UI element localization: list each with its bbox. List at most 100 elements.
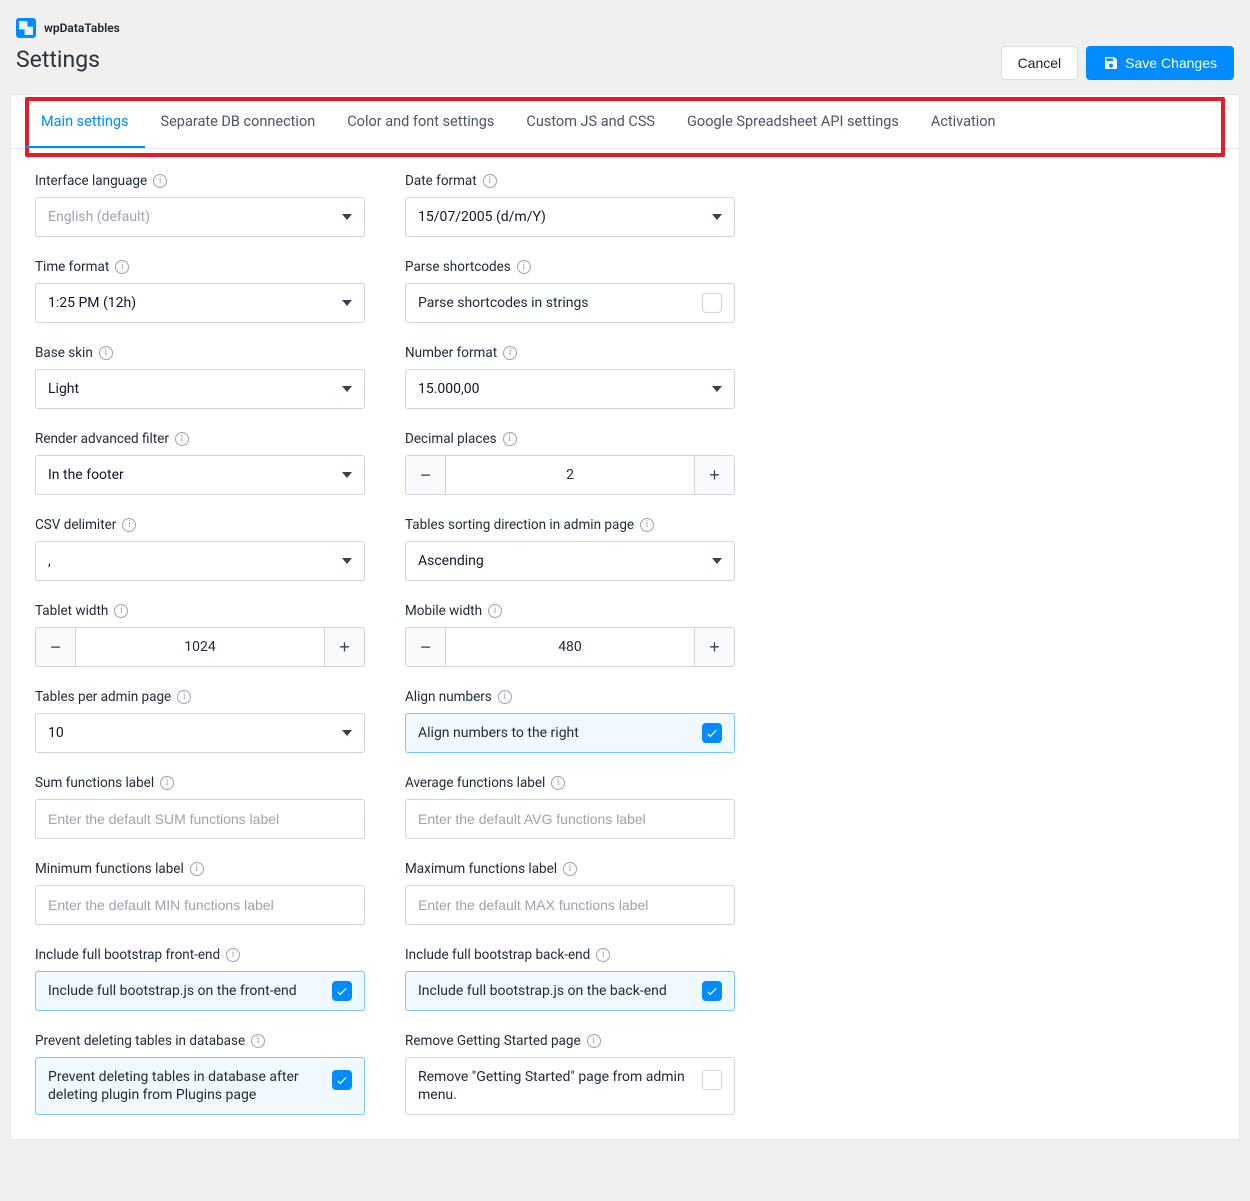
- bootstrap-back-toggle[interactable]: Include full bootstrap.js on the back-en…: [405, 971, 735, 1011]
- bootstrap-front-label: Include full bootstrap front-end: [35, 947, 220, 963]
- info-icon[interactable]: i: [587, 1034, 601, 1048]
- sort-direction-select[interactable]: Ascending: [405, 541, 735, 581]
- cancel-button-label: Cancel: [1018, 55, 1062, 71]
- chevron-down-icon: [712, 214, 722, 220]
- info-icon[interactable]: i: [503, 346, 517, 360]
- base-skin-label: Base skin: [35, 345, 93, 361]
- align-numbers-label: Align numbers: [405, 689, 492, 705]
- info-icon[interactable]: i: [177, 690, 191, 704]
- chevron-down-icon: [712, 386, 722, 392]
- tab-color-font[interactable]: Color and font settings: [331, 95, 510, 148]
- base-skin-select[interactable]: Light: [35, 369, 365, 409]
- decimal-places-label: Decimal places: [405, 431, 497, 447]
- tables-per-page-select[interactable]: 10: [35, 713, 365, 753]
- align-numbers-toggle[interactable]: Align numbers to the right: [405, 713, 735, 753]
- info-icon[interactable]: i: [488, 604, 502, 618]
- info-icon[interactable]: i: [483, 174, 497, 188]
- info-icon[interactable]: i: [175, 432, 189, 446]
- interface-language-select[interactable]: English (default): [35, 197, 365, 237]
- save-changes-button[interactable]: Save Changes: [1086, 46, 1234, 80]
- avg-label-input[interactable]: [418, 800, 722, 838]
- chevron-down-icon: [342, 558, 352, 564]
- csv-delimiter-select[interactable]: ,: [35, 541, 365, 581]
- cancel-button[interactable]: Cancel: [1001, 46, 1079, 80]
- info-icon[interactable]: i: [99, 346, 113, 360]
- sum-label-input-wrap: [35, 799, 365, 839]
- info-icon[interactable]: i: [551, 776, 565, 790]
- bootstrap-front-toggle[interactable]: Include full bootstrap.js on the front-e…: [35, 971, 365, 1011]
- avg-label-input-wrap: [405, 799, 735, 839]
- checkbox-checked-icon: [332, 1070, 352, 1090]
- info-icon[interactable]: i: [122, 518, 136, 532]
- wpdt-logo-icon: [16, 18, 36, 38]
- sum-label-input[interactable]: [48, 800, 352, 838]
- avg-label-label: Average functions label: [405, 775, 545, 791]
- tab-main-settings[interactable]: Main settings: [25, 95, 145, 148]
- number-format-label: Number format: [405, 345, 497, 361]
- csv-delimiter-label: CSV delimiter: [35, 517, 116, 533]
- max-label-input[interactable]: [418, 886, 722, 924]
- info-icon[interactable]: i: [251, 1034, 265, 1048]
- chevron-down-icon: [342, 730, 352, 736]
- time-format-label: Time format: [35, 259, 109, 275]
- info-icon[interactable]: i: [503, 432, 517, 446]
- save-changes-label: Save Changes: [1125, 55, 1217, 71]
- chevron-down-icon: [342, 214, 352, 220]
- min-label-input[interactable]: [48, 886, 352, 924]
- info-icon[interactable]: i: [596, 948, 610, 962]
- sum-label-label: Sum functions label: [35, 775, 154, 791]
- bootstrap-back-label: Include full bootstrap back-end: [405, 947, 590, 963]
- render-filter-label: Render advanced filter: [35, 431, 169, 447]
- info-icon[interactable]: i: [498, 690, 512, 704]
- info-icon[interactable]: i: [114, 604, 128, 618]
- decrement-button[interactable]: −: [405, 627, 445, 667]
- info-icon[interactable]: i: [153, 174, 167, 188]
- checkbox-unchecked-icon: [702, 293, 722, 313]
- info-icon[interactable]: i: [190, 862, 204, 876]
- render-filter-select[interactable]: In the footer: [35, 455, 365, 495]
- parse-shortcodes-label: Parse shortcodes: [405, 259, 511, 275]
- tables-per-page-label: Tables per admin page: [35, 689, 171, 705]
- brand-name: wpDataTables: [44, 21, 120, 35]
- mobile-width-stepper[interactable]: − 480 +: [405, 627, 735, 667]
- max-label-label: Maximum functions label: [405, 861, 557, 877]
- mobile-width-label: Mobile width: [405, 603, 482, 619]
- prevent-delete-label: Prevent deleting tables in database: [35, 1033, 245, 1049]
- prevent-delete-toggle[interactable]: Prevent deleting tables in database afte…: [35, 1057, 365, 1115]
- info-icon[interactable]: i: [517, 260, 531, 274]
- increment-button[interactable]: +: [695, 627, 735, 667]
- tablet-width-stepper[interactable]: − 1024 +: [35, 627, 365, 667]
- min-label-label: Minimum functions label: [35, 861, 184, 877]
- increment-button[interactable]: +: [325, 627, 365, 667]
- info-icon[interactable]: i: [160, 776, 174, 790]
- tab-separate-db[interactable]: Separate DB connection: [145, 95, 332, 148]
- info-icon[interactable]: i: [640, 518, 654, 532]
- save-icon: [1103, 55, 1119, 71]
- decrement-button[interactable]: −: [35, 627, 75, 667]
- checkbox-checked-icon: [702, 981, 722, 1001]
- increment-button[interactable]: +: [695, 455, 735, 495]
- tablet-width-label: Tablet width: [35, 603, 108, 619]
- tabs: Main settings Separate DB connection Col…: [11, 95, 1239, 148]
- decimal-places-stepper[interactable]: − 2 +: [405, 455, 735, 495]
- info-icon[interactable]: i: [115, 260, 129, 274]
- tab-google-api[interactable]: Google Spreadsheet API settings: [671, 95, 915, 148]
- mobile-width-value: 480: [445, 627, 695, 667]
- decrement-button[interactable]: −: [405, 455, 445, 495]
- decimal-places-value: 2: [445, 455, 695, 495]
- info-icon[interactable]: i: [563, 862, 577, 876]
- chevron-down-icon: [342, 472, 352, 478]
- checkbox-unchecked-icon: [702, 1070, 722, 1090]
- date-format-select[interactable]: 15/07/2005 (d/m/Y): [405, 197, 735, 237]
- date-format-label: Date format: [405, 173, 477, 189]
- chevron-down-icon: [342, 300, 352, 306]
- info-icon[interactable]: i: [226, 948, 240, 962]
- number-format-select[interactable]: 15.000,00: [405, 369, 735, 409]
- parse-shortcodes-toggle[interactable]: Parse shortcodes in strings: [405, 283, 735, 323]
- remove-gs-toggle[interactable]: Remove "Getting Started" page from admin…: [405, 1057, 735, 1115]
- tab-custom-js-css[interactable]: Custom JS and CSS: [510, 95, 671, 148]
- checkbox-checked-icon: [332, 981, 352, 1001]
- chevron-down-icon: [712, 558, 722, 564]
- time-format-select[interactable]: 1:25 PM (12h): [35, 283, 365, 323]
- tab-activation[interactable]: Activation: [915, 95, 1012, 148]
